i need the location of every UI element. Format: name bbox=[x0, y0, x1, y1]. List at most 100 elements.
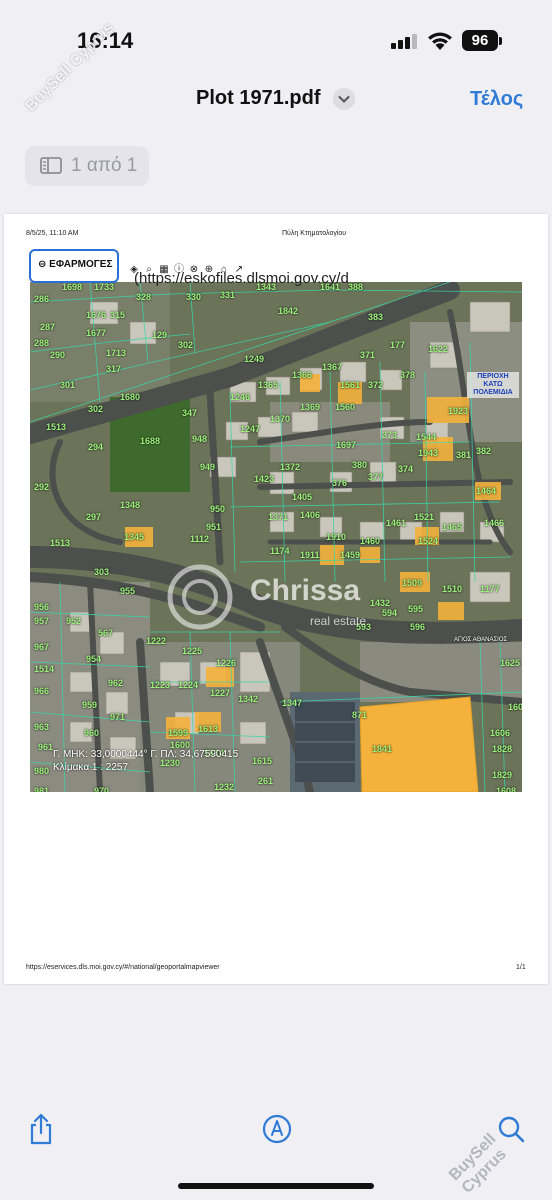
plot-label: 1521 bbox=[414, 512, 435, 522]
plot-label: 1460 bbox=[360, 536, 381, 546]
plot-label: 1605 bbox=[508, 702, 522, 712]
plot-label: 1405 bbox=[292, 492, 313, 502]
plot-label: 1829 bbox=[492, 770, 513, 780]
plot-label: 1510 bbox=[442, 584, 463, 594]
plot-label: 287 bbox=[40, 322, 56, 332]
done-button[interactable]: Τέλος bbox=[470, 88, 523, 111]
footer-page-number: 1/1 bbox=[516, 964, 526, 971]
plot-label: 1613 bbox=[198, 724, 219, 734]
plot-label: 1246 bbox=[230, 392, 251, 402]
plot-label: 1625 bbox=[500, 658, 521, 668]
center-watermark-text: Chrissa bbox=[250, 574, 361, 607]
print-date: 8/5/25, 11:10 AM bbox=[26, 230, 79, 237]
plot-label: 1177 bbox=[480, 584, 500, 594]
plot-label: 261 bbox=[258, 776, 274, 786]
plot-label: 1923 bbox=[448, 406, 469, 416]
plot-label: 1713 bbox=[106, 348, 127, 358]
plot-label: 967 bbox=[34, 642, 50, 652]
plot-label: 956 bbox=[34, 602, 50, 612]
plot-label: 373 bbox=[382, 430, 398, 440]
plot-label: 1606 bbox=[490, 728, 511, 738]
plot-label: 1677 bbox=[86, 328, 107, 338]
plot-label: 595 bbox=[408, 604, 424, 614]
plot-label: 959 bbox=[82, 700, 98, 710]
scale-readout: Κλίμακα 1 : 2257 bbox=[53, 762, 129, 773]
chevron-down-icon[interactable] bbox=[333, 88, 355, 110]
cadastral-map[interactable]: 286 1698 1733 328 330 331 1343 1641 388 287 1676 31… bbox=[30, 282, 522, 792]
plot-label: 382 bbox=[476, 446, 492, 456]
plot-label: 1524 bbox=[418, 536, 439, 546]
center-watermark-sub: real estate bbox=[310, 614, 367, 628]
junction-label: ΑΓΙΟΣ ΑΘΑΝΑΣΙΟΣ bbox=[454, 637, 508, 643]
plot-label: 1112 bbox=[190, 534, 210, 544]
plot-label: 1174 bbox=[270, 546, 290, 556]
battery-nub bbox=[499, 37, 502, 45]
plot-label: 302 bbox=[178, 340, 194, 350]
plot-label: 948 bbox=[192, 434, 208, 444]
page-header-title: Πύλη Κτηματολογίου bbox=[282, 230, 347, 237]
center-watermark: Chrissa real estate bbox=[170, 568, 400, 638]
plot-label: 1676 bbox=[86, 310, 107, 320]
plot-label: 377 bbox=[368, 472, 384, 482]
plot-label: 294 bbox=[88, 442, 104, 452]
plot-label: 286 bbox=[34, 294, 50, 304]
plot-label: 297 bbox=[86, 512, 102, 522]
wifi-icon bbox=[428, 32, 452, 50]
plot-label: 1599 bbox=[168, 728, 189, 738]
plot-label: 302 bbox=[88, 404, 104, 414]
cellular-signal-icon bbox=[391, 33, 421, 49]
plot-label: 378 bbox=[400, 370, 416, 380]
coordinates-readout: Γ. ΜΗΚ: 33,0000444° Γ. ΠΛ: 34,67590415 bbox=[53, 749, 239, 760]
plot-label: 381 bbox=[456, 450, 472, 460]
plot-label: 981 bbox=[34, 786, 50, 792]
plot-label: 1733 bbox=[94, 282, 115, 292]
plot-label: 966 bbox=[34, 686, 50, 696]
page-indicator[interactable]: 1 από 1 bbox=[25, 146, 149, 186]
home-indicator bbox=[178, 1183, 374, 1189]
plot-label: 1697 bbox=[336, 440, 357, 450]
area-label: ΠΕΡΙΟΧΗ ΚΑΤΩ ΠΟΛΕΜΙΔΙΑ bbox=[467, 372, 519, 398]
plot-label: 961 bbox=[38, 742, 54, 752]
plot-label: 1560 bbox=[335, 402, 356, 412]
plot-label: 1514 bbox=[34, 664, 55, 674]
plot-label: 871 bbox=[352, 710, 368, 720]
plot-label: 315 bbox=[110, 310, 126, 320]
plot-label: 1608 bbox=[496, 786, 517, 792]
applications-button[interactable]: ⊖ ΕΦΑΡΜΟΓΕΣ bbox=[29, 249, 119, 283]
document-title[interactable]: Plot 1971.pdf bbox=[196, 87, 320, 110]
plot-label: 292 bbox=[34, 482, 50, 492]
share-icon[interactable] bbox=[27, 1113, 55, 1145]
plot-label: 960 bbox=[84, 728, 100, 738]
plot-label: 1222 bbox=[146, 636, 167, 646]
plot-label: 1464 bbox=[476, 486, 497, 496]
plot-label: 1509 bbox=[402, 578, 423, 588]
plot-label: 290 bbox=[50, 350, 66, 360]
plot-label: 347 bbox=[182, 408, 198, 418]
plot-label: 374 bbox=[398, 464, 414, 474]
plot-label: 971 bbox=[110, 712, 126, 722]
plot-label: 1224 bbox=[178, 680, 199, 690]
plot-label: 952 bbox=[66, 616, 82, 626]
plot-label: 1226 bbox=[216, 658, 237, 668]
plot-label: 1225 bbox=[182, 646, 203, 656]
plot-label: 303 bbox=[94, 567, 110, 577]
plot-label: 1622 bbox=[428, 344, 449, 354]
plot-label: 177 bbox=[390, 340, 406, 350]
url-overlay-text: (https://eskofiles.dlsmoi.gov.cy/d bbox=[134, 270, 349, 287]
plot-label: 388 bbox=[348, 282, 364, 292]
plot-label: 1461 bbox=[386, 518, 407, 528]
plot-label: 328 bbox=[136, 292, 152, 302]
plot-label: 980 bbox=[34, 766, 50, 776]
plot-label: 1249 bbox=[244, 354, 265, 364]
plot-label: 1366 bbox=[292, 370, 313, 380]
plot-label: 1841 bbox=[372, 744, 393, 754]
plot-label: 1348 bbox=[120, 500, 141, 510]
plot-label: 129 bbox=[152, 330, 168, 340]
plot-label: 383 bbox=[368, 312, 384, 322]
markup-icon[interactable] bbox=[262, 1114, 292, 1144]
plot-label: 1367 bbox=[322, 362, 343, 372]
plot-label: 1513 bbox=[46, 422, 67, 432]
search-icon[interactable] bbox=[497, 1115, 525, 1145]
plot-label: 1247 bbox=[240, 424, 261, 434]
status-bar: 16:14 96 bbox=[0, 0, 552, 80]
